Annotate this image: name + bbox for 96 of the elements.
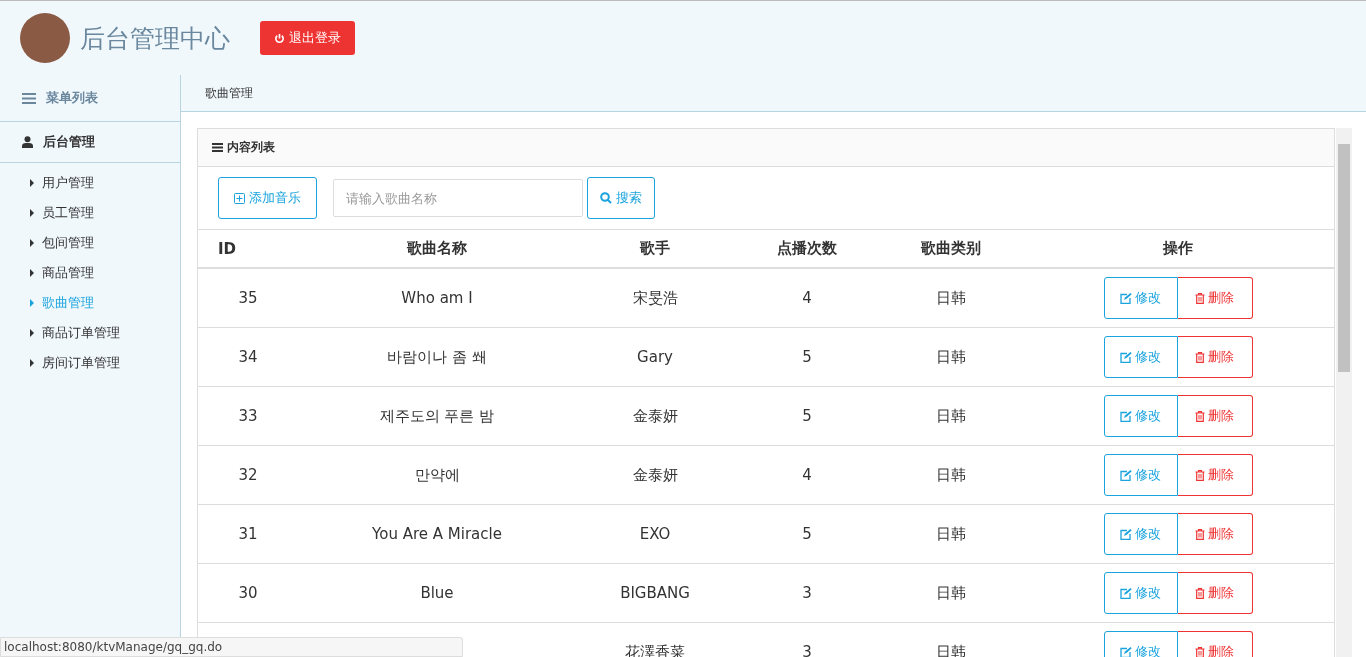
trash-icon bbox=[1195, 469, 1205, 481]
section-title: 后台管理 bbox=[43, 133, 95, 151]
singer-cell: Gary bbox=[637, 348, 673, 366]
id-cell: 35 bbox=[238, 289, 258, 307]
trash-icon bbox=[1195, 528, 1205, 540]
sidebar-item[interactable]: 房间订单管理 bbox=[0, 348, 180, 378]
trash-icon bbox=[1195, 292, 1205, 304]
delete-button[interactable]: 删除 bbox=[1177, 513, 1253, 555]
trash-icon bbox=[1195, 646, 1205, 657]
sidebar-item[interactable]: 用户管理 bbox=[0, 168, 180, 198]
caret-icon bbox=[30, 209, 34, 217]
sidebar-item[interactable]: 包间管理 bbox=[0, 228, 180, 258]
id-cell: 33 bbox=[238, 407, 258, 425]
category-cell: 日韩 bbox=[936, 524, 966, 544]
caret-icon bbox=[30, 269, 34, 277]
column-header: 操作 bbox=[1163, 239, 1193, 258]
status-bar-url: localhost:8080/ktvManage/gq_gq.do bbox=[0, 637, 464, 657]
edit-icon bbox=[1120, 587, 1132, 599]
column-header: 点播次数 bbox=[777, 239, 837, 258]
edit-icon bbox=[1120, 410, 1132, 422]
edit-button[interactable]: 修改 bbox=[1103, 572, 1178, 614]
category-cell: 日韩 bbox=[936, 288, 966, 308]
delete-button[interactable]: 删除 bbox=[1177, 395, 1253, 437]
id-cell: 34 bbox=[238, 348, 258, 366]
singer-cell: 宋旻浩 bbox=[632, 288, 678, 308]
edit-icon bbox=[1120, 292, 1132, 304]
trash-icon bbox=[1195, 410, 1205, 422]
play-count-cell: 4 bbox=[802, 289, 812, 307]
category-cell: 日韩 bbox=[936, 583, 966, 603]
delete-button[interactable]: 删除 bbox=[1177, 631, 1253, 657]
app-title: 后台管理中心 bbox=[80, 22, 230, 55]
column-header: 歌曲类别 bbox=[921, 239, 981, 258]
edit-button[interactable]: 修改 bbox=[1103, 454, 1178, 496]
id-cell: 31 bbox=[238, 525, 258, 543]
add-music-button[interactable]: 添加音乐 bbox=[218, 177, 317, 219]
song-name-cell: 만약에 bbox=[414, 465, 460, 485]
singer-cell: 金泰妍 bbox=[632, 406, 678, 426]
song-name-cell: 제주도의 푸른 밤 bbox=[379, 406, 495, 426]
search-button[interactable]: 搜索 bbox=[587, 177, 655, 219]
id-cell: 32 bbox=[238, 466, 258, 484]
caret-icon bbox=[30, 299, 34, 307]
caret-icon bbox=[30, 239, 34, 247]
trash-icon bbox=[1195, 351, 1205, 363]
play-count-cell: 5 bbox=[802, 525, 812, 543]
id-cell: 30 bbox=[238, 584, 258, 602]
power-icon bbox=[274, 32, 285, 44]
caret-icon bbox=[30, 179, 34, 187]
singer-cell: 金泰妍 bbox=[632, 465, 678, 485]
category-cell: 日韩 bbox=[936, 347, 966, 367]
panel-title: 内容列表 bbox=[227, 139, 275, 156]
play-count-cell: 5 bbox=[802, 348, 812, 366]
edit-button[interactable]: 修改 bbox=[1103, 513, 1178, 555]
song-name-cell: You Are A Miracle bbox=[372, 525, 502, 543]
delete-button[interactable]: 删除 bbox=[1177, 336, 1253, 378]
sidebar-item[interactable]: 歌曲管理 bbox=[0, 288, 180, 318]
user-icon bbox=[22, 136, 33, 148]
logout-button[interactable]: 退出登录 bbox=[260, 21, 355, 55]
caret-icon bbox=[30, 329, 34, 337]
column-header: ID bbox=[217, 239, 237, 258]
plus-square-icon bbox=[234, 192, 245, 204]
edit-icon bbox=[1120, 646, 1132, 657]
play-count-cell: 3 bbox=[802, 584, 812, 602]
edit-icon bbox=[1120, 351, 1132, 363]
singer-cell: EXO bbox=[639, 525, 671, 543]
avatar bbox=[20, 13, 70, 63]
edit-icon bbox=[1120, 469, 1132, 481]
edit-button[interactable]: 修改 bbox=[1103, 277, 1178, 319]
song-search-field[interactable]: 请输入歌曲名称 bbox=[333, 179, 583, 217]
singer-cell: BIGBANG bbox=[620, 584, 690, 602]
search-icon bbox=[600, 192, 612, 204]
breadcrumb: 歌曲管理 bbox=[205, 84, 253, 102]
edit-button[interactable]: 修改 bbox=[1103, 395, 1178, 437]
play-count-cell: 5 bbox=[802, 407, 812, 425]
category-cell: 日韩 bbox=[936, 406, 966, 426]
song-name-cell: 바람이나 좀 쐐 bbox=[387, 347, 487, 367]
edit-button[interactable]: 修改 bbox=[1103, 336, 1178, 378]
trash-icon bbox=[1195, 587, 1205, 599]
delete-button[interactable]: 删除 bbox=[1177, 277, 1253, 319]
category-cell: 日韩 bbox=[936, 465, 966, 485]
menu-icon bbox=[22, 92, 36, 104]
delete-button[interactable]: 删除 bbox=[1177, 454, 1253, 496]
column-header: 歌曲名称 bbox=[407, 239, 467, 258]
sidebar-item[interactable]: 商品订单管理 bbox=[0, 318, 180, 348]
song-name-cell: Who am I bbox=[401, 289, 473, 307]
sidebar-item[interactable]: 员工管理 bbox=[0, 198, 180, 228]
play-count-cell: 3 bbox=[802, 643, 812, 657]
delete-button[interactable]: 删除 bbox=[1177, 572, 1253, 614]
play-count-cell: 4 bbox=[802, 466, 812, 484]
edit-icon bbox=[1120, 528, 1132, 540]
column-header: 歌手 bbox=[640, 239, 670, 258]
list-icon bbox=[212, 143, 223, 152]
menu-title: 菜单列表 bbox=[46, 89, 98, 107]
caret-icon bbox=[30, 359, 34, 367]
sidebar-item[interactable]: 商品管理 bbox=[0, 258, 180, 288]
scrollbar[interactable] bbox=[1336, 128, 1352, 657]
song-name-cell: Blue bbox=[420, 584, 454, 602]
